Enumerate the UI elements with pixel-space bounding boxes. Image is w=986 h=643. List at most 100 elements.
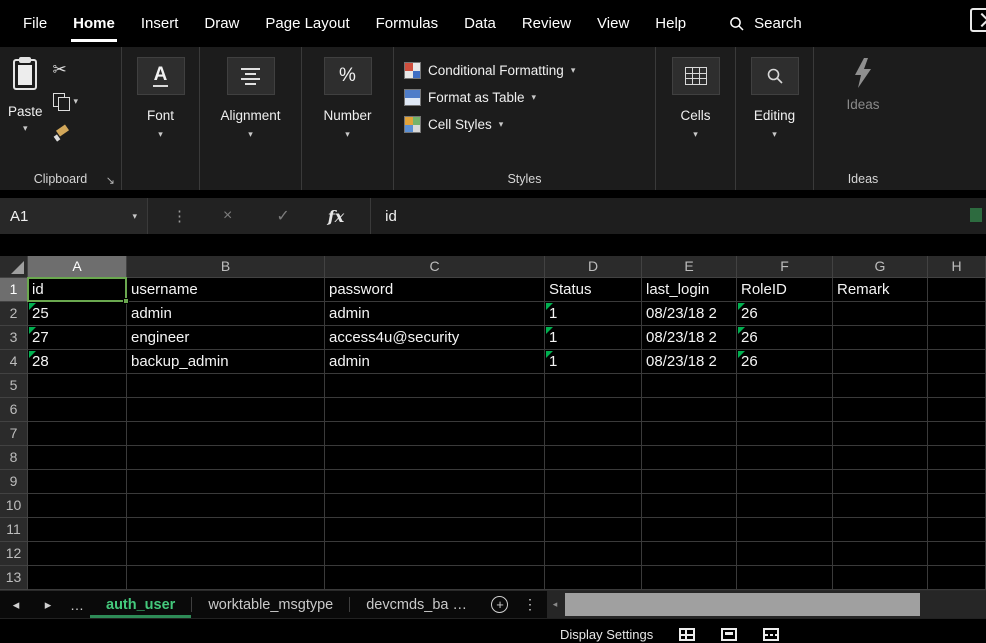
sheet-options-button[interactable]: ⋮ — [517, 591, 543, 618]
cell-A5[interactable] — [28, 374, 127, 398]
row-header-13[interactable]: 13 — [0, 566, 28, 590]
cell-B7[interactable] — [127, 422, 325, 446]
cell-F5[interactable] — [737, 374, 833, 398]
cell-F11[interactable] — [737, 518, 833, 542]
copy-button[interactable]: ▾ — [53, 93, 79, 110]
cell-C9[interactable] — [325, 470, 545, 494]
cell-B6[interactable] — [127, 398, 325, 422]
cell-E9[interactable] — [642, 470, 737, 494]
cell-A3[interactable]: 27 — [28, 326, 127, 350]
confirm-icon[interactable]: ✓ — [254, 206, 311, 226]
paste-button[interactable]: Paste ▾ — [8, 59, 43, 141]
menu-item-file[interactable]: File — [10, 0, 60, 47]
cell-A7[interactable] — [28, 422, 127, 446]
cell-C1[interactable]: password — [325, 278, 545, 302]
menu-item-data[interactable]: Data — [451, 0, 509, 47]
menu-item-home[interactable]: Home — [60, 0, 128, 47]
cell-G1[interactable]: Remark — [833, 278, 928, 302]
cell-F9[interactable] — [737, 470, 833, 494]
cell-D5[interactable] — [545, 374, 642, 398]
cell-F6[interactable] — [737, 398, 833, 422]
row-header-3[interactable]: 3 — [0, 326, 28, 350]
column-header-F[interactable]: F — [737, 256, 833, 278]
cell-B11[interactable] — [127, 518, 325, 542]
cell-D6[interactable] — [545, 398, 642, 422]
cell-E7[interactable] — [642, 422, 737, 446]
cell-B13[interactable] — [127, 566, 325, 590]
cell-A1[interactable]: id — [28, 278, 127, 302]
cell-B8[interactable] — [127, 446, 325, 470]
cell-G8[interactable] — [833, 446, 928, 470]
column-header-C[interactable]: C — [325, 256, 545, 278]
cell-G9[interactable] — [833, 470, 928, 494]
cell-H3[interactable] — [928, 326, 986, 350]
conditional-formatting-button[interactable]: Conditional Formatting ▾ — [404, 57, 655, 84]
cell-E10[interactable] — [642, 494, 737, 518]
cell-G12[interactable] — [833, 542, 928, 566]
cell-A13[interactable] — [28, 566, 127, 590]
menu-item-page-layout[interactable]: Page Layout — [252, 0, 362, 47]
cell-E3[interactable]: 08/23/18 2 — [642, 326, 737, 350]
cell-E13[interactable] — [642, 566, 737, 590]
cell-E6[interactable] — [642, 398, 737, 422]
cell-D1[interactable]: Status — [545, 278, 642, 302]
cell-F2[interactable]: 26 — [737, 302, 833, 326]
format-painter-button[interactable] — [53, 125, 79, 141]
cell-A4[interactable]: 28 — [28, 350, 127, 374]
cell-G6[interactable] — [833, 398, 928, 422]
row-header-10[interactable]: 10 — [0, 494, 28, 518]
menu-item-draw[interactable]: Draw — [191, 0, 252, 47]
ribbon-group-alignment[interactable]: Alignment ▾ — [200, 47, 302, 190]
cell-F1[interactable]: RoleID — [737, 278, 833, 302]
cell-F13[interactable] — [737, 566, 833, 590]
column-header-D[interactable]: D — [545, 256, 642, 278]
cell-E1[interactable]: last_login — [642, 278, 737, 302]
insert-function-button[interactable]: fx — [312, 207, 360, 226]
cell-G4[interactable] — [833, 350, 928, 374]
column-header-G[interactable]: G — [833, 256, 928, 278]
sheet-nav-right-icon[interactable]: ▸ — [32, 591, 64, 618]
cell-E11[interactable] — [642, 518, 737, 542]
cell-F10[interactable] — [737, 494, 833, 518]
view-page-layout-icon[interactable] — [721, 628, 737, 641]
cell-G11[interactable] — [833, 518, 928, 542]
cell-E12[interactable] — [642, 542, 737, 566]
sheet-nav-left-icon[interactable]: ◂ — [0, 591, 32, 618]
column-header-A[interactable]: A — [28, 256, 127, 278]
cell-B3[interactable]: engineer — [127, 326, 325, 350]
row-header-7[interactable]: 7 — [0, 422, 28, 446]
cell-E8[interactable] — [642, 446, 737, 470]
cell-E2[interactable]: 08/23/18 2 — [642, 302, 737, 326]
cell-C11[interactable] — [325, 518, 545, 542]
sheet-more-button[interactable]: … — [64, 591, 90, 618]
row-header-1[interactable]: 1 — [0, 278, 28, 302]
row-header-11[interactable]: 11 — [0, 518, 28, 542]
cut-button[interactable]: ✂ — [53, 61, 79, 78]
cell-C4[interactable]: admin — [325, 350, 545, 374]
row-header-2[interactable]: 2 — [0, 302, 28, 326]
cell-G13[interactable] — [833, 566, 928, 590]
cell-D2[interactable]: 1 — [545, 302, 642, 326]
menu-item-review[interactable]: Review — [509, 0, 584, 47]
ribbon-group-number[interactable]: % Number ▾ — [302, 47, 394, 190]
cell-B10[interactable] — [127, 494, 325, 518]
cell-B12[interactable] — [127, 542, 325, 566]
cell-A9[interactable] — [28, 470, 127, 494]
cell-B1[interactable]: username — [127, 278, 325, 302]
cell-C3[interactable]: access4u@security — [325, 326, 545, 350]
cell-D4[interactable]: 1 — [545, 350, 642, 374]
cell-H12[interactable] — [928, 542, 986, 566]
cell-F7[interactable] — [737, 422, 833, 446]
ribbon-group-editing[interactable]: Editing ▾ — [736, 47, 814, 190]
cell-F8[interactable] — [737, 446, 833, 470]
cell-H7[interactable] — [928, 422, 986, 446]
cell-D8[interactable] — [545, 446, 642, 470]
name-box[interactable]: A1 ▾ — [0, 198, 148, 234]
cell-B5[interactable] — [127, 374, 325, 398]
cell-H1[interactable] — [928, 278, 986, 302]
cell-G3[interactable] — [833, 326, 928, 350]
cell-G5[interactable] — [833, 374, 928, 398]
cell-C8[interactable] — [325, 446, 545, 470]
cell-G7[interactable] — [833, 422, 928, 446]
cancel-icon[interactable]: × — [201, 207, 254, 225]
